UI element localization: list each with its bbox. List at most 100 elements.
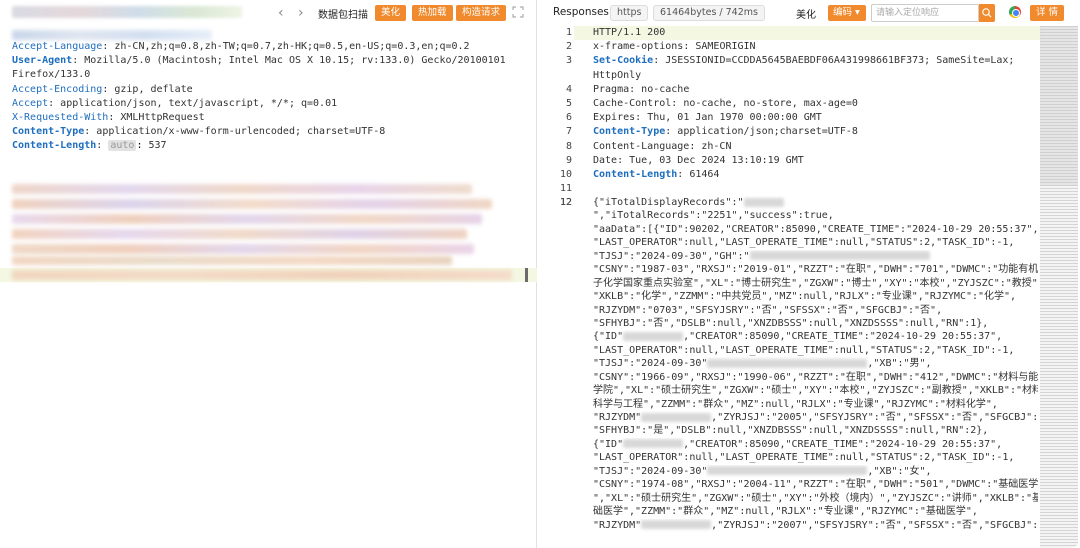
json-line: "RJZYDM" ,"ZYRJSJ":"2005","SFSYJSRY":"否",… — [593, 411, 1038, 424]
chrome-icon[interactable] — [1009, 6, 1021, 18]
line-number-gutter: 1 2 3 4 5 6 7 8 9 10 11 12 12 — [538, 26, 574, 548]
json-text: "CSNY":"1974-08","RXSJ":"2004-11","RZZT"… — [593, 479, 1038, 491]
redacted-value — [749, 251, 930, 261]
json-line: 科学与工程","ZZMM":"群众","MZ":null,"RJLX":"专业课… — [593, 398, 1038, 411]
json-text: ,"XB":"女", — [867, 465, 932, 477]
json-text: "LAST_OPERATOR":null,"LAST_OPERATE_TIME"… — [593, 237, 1015, 249]
redacted-body-line — [12, 199, 492, 209]
back-arrow-icon[interactable]: ‹ — [278, 5, 284, 21]
minimap-viewport[interactable] — [1040, 26, 1078, 186]
line-number: 11 — [559, 183, 572, 195]
json-text: "RJZYDM" — [593, 412, 642, 423]
line-number: 10 — [559, 169, 572, 180]
json-line: "TJSJ":"2024-09-30","GH":" — [593, 250, 1038, 263]
line-number: 3 — [565, 55, 572, 67]
search-button[interactable] — [979, 4, 995, 22]
size-time-badge: 61464bytes / 742ms — [653, 5, 765, 21]
request-header-line: Accept: application/json, text/javascrip… — [12, 97, 338, 109]
request-headers: Accept-Language: zh-CN,zh;q=0.8,zh-TW;q=… — [12, 40, 506, 154]
json-text: 科学与工程","ZZMM":"群众","MZ":null,"RJLX":"专业课… — [593, 398, 998, 410]
json-text: ,"CREATOR":85090,"CREATE_TIME":"2024-10-… — [683, 331, 1003, 343]
json-text: 学院","XL":"硕士研究生","ZGXW":"硕士","XY":"本校","… — [593, 385, 1038, 397]
redacted-value — [707, 466, 868, 476]
line-number: 6 — [565, 112, 572, 124]
json-line: "CSNY":"1974-08","RXSJ":"2004-11","RZZT"… — [593, 478, 1038, 491]
expand-icon[interactable] — [512, 6, 524, 18]
request-pane: ‹ › 数据包扫描 美化 热加载 构造请求 Accept-Language: z… — [0, 0, 537, 548]
header-key: Accept-Language — [12, 41, 103, 52]
redacted-body-line — [12, 244, 474, 254]
json-text: "TJSJ":"2024-09-30","GH":" — [593, 250, 750, 262]
response-header-line: Expires: Thu, 01 Jan 1970 00:00:00 GMT — [593, 112, 822, 124]
locate-response-input[interactable]: 请输入定位响应 — [871, 4, 979, 22]
response-headers: HTTP/1.1 200 x-frame-options: SAMEORIGIN S… — [593, 26, 1038, 196]
redacted-body-line — [12, 229, 467, 239]
header-key: Expires — [593, 112, 636, 124]
redacted-body-line — [12, 184, 472, 194]
response-header-line: Content-Language: zh-CN — [593, 140, 732, 152]
line-number: 9 — [565, 154, 572, 166]
response-header-line: Set-Cookie: JSESSIONID=CCDDA5645BAEBDF06… — [593, 55, 1015, 67]
response-pane: Responses https 61464bytes / 742ms 美化 编码… — [538, 0, 1080, 548]
json-line: "RJZYDM":"0703","SFSYJSRY":"否","SFSSX":"… — [593, 304, 1038, 317]
header-value: JSESSIONID=CCDDA5645BAEBDF06A431998661BF… — [665, 55, 1015, 67]
details-button[interactable]: 详 情 — [1030, 5, 1065, 21]
header-key: Date — [593, 154, 618, 166]
header-value: no-cache — [641, 83, 690, 95]
json-line: ","iTotalRecords":"2251","success":true, — [593, 209, 1038, 222]
json-line: {"ID" ,"CREATOR":85090,"CREATE_TIME":"202… — [593, 438, 1038, 451]
redacted-value — [623, 439, 684, 449]
redacted-body-line — [12, 214, 482, 224]
response-json-body: {"iTotalDisplayRecords":" ","iTotalRecord… — [593, 196, 1038, 548]
redacted-value — [641, 412, 712, 422]
forward-arrow-icon[interactable]: › — [298, 5, 304, 21]
json-text: "aaData":[{"ID":90202,"CREATOR":85090,"C… — [593, 223, 1038, 235]
redacted-value — [743, 197, 784, 207]
redacted-body-line — [12, 256, 452, 265]
json-text: "SFHYBJ":"是","DSLB":null,"XNZDBSSS":null… — [593, 425, 989, 437]
response-beautify-button[interactable]: 美化 — [796, 6, 816, 21]
header-value: no-cache, no-store, max-age=0 — [683, 97, 858, 109]
hot-reload-button[interactable]: 热加载 — [412, 5, 453, 21]
request-header-line: User-Agent: Mozilla/5.0 (Macintosh; Inte… — [12, 55, 506, 67]
json-line: "TJSJ":"2024-09-30" ,"XB":"女", — [593, 465, 1038, 478]
line-number: 2 — [565, 41, 572, 53]
json-line: ","XL":"硕士研究生","ZGXW":"硕士","XY":"外校（境内）"… — [593, 492, 1038, 505]
json-text: ,"ZYRJSJ":"2005","SFSYJSRY":"否","SFSSX":… — [711, 412, 1038, 423]
header-key: Accept — [12, 97, 49, 109]
header-value: Thu, 01 Jan 1970 00:00:00 GMT — [647, 112, 822, 124]
encoding-select[interactable]: 编码 ▾ — [828, 5, 866, 21]
header-key: User-Agent — [12, 55, 73, 67]
json-line: "CSNY":"1966-09","RXSJ":"1990-06","RZZT"… — [593, 371, 1038, 384]
json-text: ,"CREATOR":85090,"CREATE_TIME":"2024-10-… — [683, 438, 1003, 450]
header-value: Tue, 03 Dec 2024 13:10:19 GMT — [629, 154, 804, 166]
build-request-button[interactable]: 构造请求 — [456, 5, 507, 21]
request-header-line: Content-Type: application/x-www-form-url… — [12, 126, 386, 138]
line-number: 4 — [565, 83, 572, 95]
header-key: Content-Length — [593, 168, 678, 180]
response-header-line — [593, 182, 1038, 196]
packet-scan-tab[interactable]: 数据包扫描 — [318, 6, 368, 21]
json-text: 子化学国家重点实验室","XL":"博士研究生","ZGXW":"博士","XY… — [593, 277, 1038, 289]
json-text: "LAST_OPERATOR":null,"LAST_OPERATE_TIME"… — [593, 452, 1015, 464]
request-header-line: Firefox/133.0 — [12, 68, 506, 82]
json-line: "CSNY":"1987-03","RXSJ":"2019-01","RZZT"… — [593, 263, 1038, 276]
json-text: 础医学","ZZMM":"群众","MZ":null,"RJLX":"专业课",… — [593, 506, 978, 518]
response-header-line: x-frame-options: SAMEORIGIN — [593, 41, 756, 53]
beautify-button[interactable]: 美化 — [375, 5, 407, 21]
json-text: ","XL":"硕士研究生","ZGXW":"硕士","XY":"外校（境内）"… — [593, 492, 1038, 504]
response-header-line: Content-Type: application/json;charset=U… — [593, 126, 858, 138]
json-text: {"ID" — [593, 331, 624, 343]
json-text: {"iTotalDisplayRecords":" — [593, 197, 744, 208]
header-value: Firefox/133.0 — [12, 69, 91, 81]
json-text: {"ID" — [593, 438, 624, 450]
header-value: application/x-www-form-urlencoded; chars… — [96, 126, 386, 138]
line-number: 1 — [565, 27, 572, 38]
encoding-label: 编码 — [833, 7, 853, 18]
json-text: ","iTotalRecords":"2251","success":true, — [593, 210, 834, 222]
header-key: Content-Length — [12, 140, 97, 152]
request-toolbar: ‹ › 数据包扫描 美化 热加载 构造请求 — [0, 0, 537, 26]
header-key: x-frame-options — [593, 41, 684, 53]
header-value: 61464 — [689, 168, 720, 180]
header-value: application/json;charset=UTF-8 — [677, 126, 858, 138]
